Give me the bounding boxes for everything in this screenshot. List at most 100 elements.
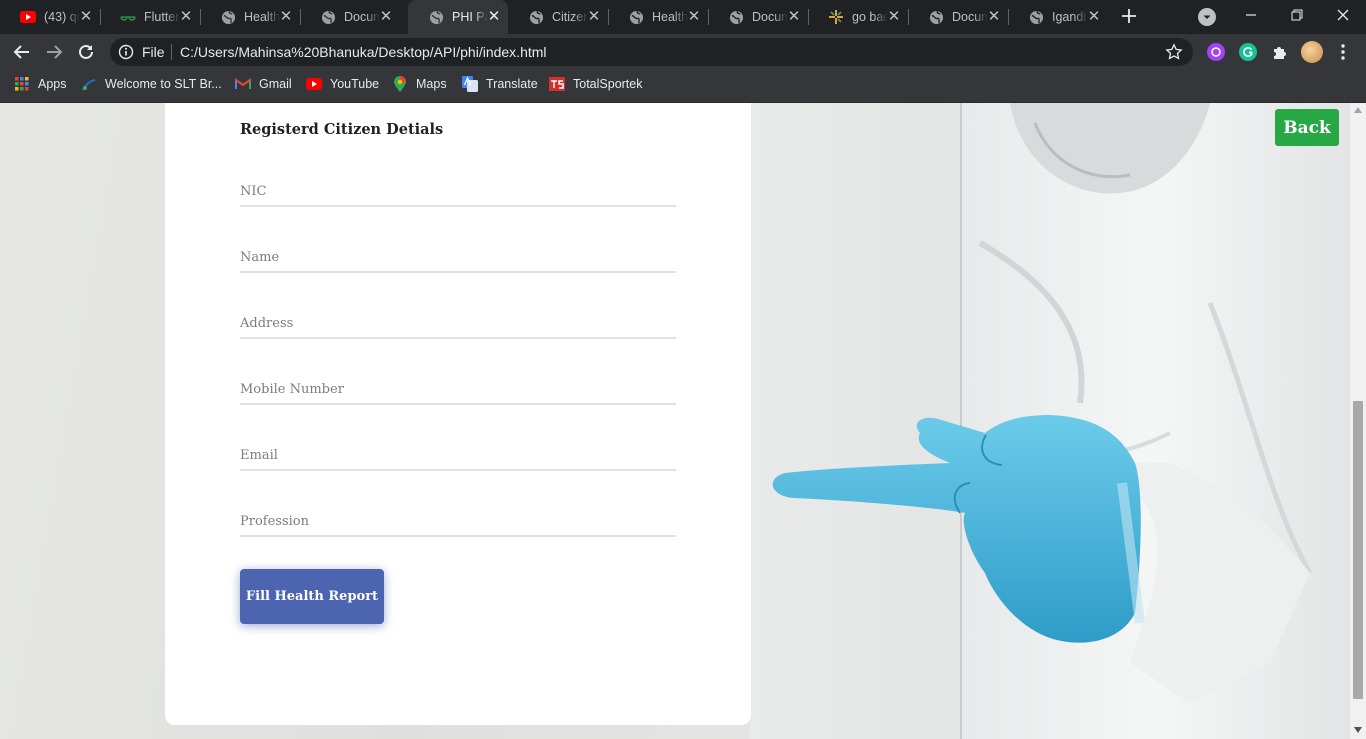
tab-close-icon[interactable]: ✕ bbox=[786, 9, 802, 25]
tab-close-icon[interactable]: ✕ bbox=[486, 9, 502, 25]
profession-input[interactable] bbox=[240, 503, 676, 533]
bookmark-apps[interactable]: Apps bbox=[14, 70, 67, 98]
tab-search-icon[interactable] bbox=[1198, 8, 1216, 26]
page-viewport: Registerd Citizen Detials Fill Health Re… bbox=[0, 103, 1350, 739]
bookmark-label: TotalSportek bbox=[573, 77, 643, 91]
bookmark-star-icon[interactable] bbox=[1165, 43, 1183, 61]
fill-health-report-button[interactable]: Fill Health Report bbox=[240, 569, 384, 624]
tab-close-icon[interactable]: ✕ bbox=[986, 9, 1002, 25]
bookmark-label: Apps bbox=[38, 77, 67, 91]
form-title: Registerd Citizen Detials bbox=[240, 121, 444, 138]
tab-title: Docum bbox=[952, 10, 988, 24]
mobile-number-input[interactable] bbox=[240, 371, 676, 401]
reload-icon[interactable] bbox=[72, 38, 100, 66]
page-scrollbar[interactable] bbox=[1350, 103, 1366, 739]
bookmark-totalsportek[interactable]: TotalSportek bbox=[549, 70, 642, 98]
bookmark-label: Welcome to SLT Br... bbox=[105, 77, 222, 91]
tab-title: Citizen bbox=[552, 10, 588, 24]
restore-icon[interactable] bbox=[1274, 0, 1320, 30]
tab-close-icon[interactable]: ✕ bbox=[178, 9, 194, 25]
globe-icon bbox=[528, 9, 544, 25]
tab-9[interactable]: go bac ✕ bbox=[808, 0, 909, 34]
extension-purple-icon[interactable] bbox=[1207, 43, 1225, 61]
grammarly-icon[interactable] bbox=[1239, 43, 1257, 61]
tab-11[interactable]: Igandi ✕ bbox=[1008, 0, 1108, 34]
nic-field bbox=[240, 173, 676, 207]
tab-close-icon[interactable]: ✕ bbox=[586, 9, 602, 25]
address-bar[interactable]: File C:/Users/Mahinsa%20Bhanuka/Desktop/… bbox=[110, 38, 1193, 66]
tab-3[interactable]: Health ✕ bbox=[200, 0, 301, 34]
citizen-form-card: Registerd Citizen Detials Fill Health Re… bbox=[165, 103, 751, 725]
address-input[interactable] bbox=[240, 305, 676, 335]
tab-4[interactable]: Docum ✕ bbox=[300, 0, 400, 34]
tab-title: Docum bbox=[344, 10, 380, 24]
tab-close-icon[interactable]: ✕ bbox=[378, 9, 394, 25]
tab-close-icon[interactable]: ✕ bbox=[886, 9, 902, 25]
email-input[interactable] bbox=[240, 437, 676, 467]
close-window-icon[interactable] bbox=[1320, 0, 1366, 30]
tab-title: Health bbox=[244, 10, 280, 24]
tab-2[interactable]: Flutter ✕ bbox=[100, 0, 201, 34]
scroll-down-icon[interactable] bbox=[1354, 727, 1362, 733]
tab-8[interactable]: Docum ✕ bbox=[708, 0, 809, 34]
back-button[interactable]: Back bbox=[1275, 109, 1339, 146]
globe-icon bbox=[928, 9, 944, 25]
slt-icon bbox=[81, 76, 97, 92]
globe-icon bbox=[1028, 9, 1044, 25]
bookmark-maps[interactable]: Maps bbox=[392, 70, 447, 98]
youtube-icon bbox=[20, 9, 36, 25]
tab-close-icon[interactable]: ✕ bbox=[78, 9, 94, 25]
bookmark-slt[interactable]: Welcome to SLT Br... bbox=[81, 70, 222, 98]
avatar[interactable] bbox=[1301, 41, 1323, 63]
more-menu-icon[interactable] bbox=[1336, 43, 1350, 66]
email-field bbox=[240, 437, 676, 471]
bookmarks-bar: Apps Welcome to SLT Br... Gmail YouTube … bbox=[0, 70, 1366, 103]
scroll-up-icon[interactable] bbox=[1354, 107, 1362, 113]
globe-icon bbox=[728, 9, 744, 25]
scroll-thumb[interactable] bbox=[1353, 401, 1363, 699]
globe-icon bbox=[428, 9, 444, 25]
profession-field bbox=[240, 503, 676, 537]
forward-arrow-icon[interactable] bbox=[40, 38, 68, 66]
tab-7[interactable]: Health ✕ bbox=[608, 0, 709, 34]
bookmark-gmail[interactable]: Gmail bbox=[235, 70, 292, 98]
bookmark-label: Translate bbox=[486, 77, 538, 91]
tab-close-icon[interactable]: ✕ bbox=[1086, 9, 1102, 25]
new-tab-icon[interactable] bbox=[1119, 6, 1139, 26]
tab-close-icon[interactable]: ✕ bbox=[686, 9, 702, 25]
bookmark-label: Gmail bbox=[259, 77, 292, 91]
sparkle-icon bbox=[828, 9, 844, 25]
tab-title: PHI Pa bbox=[452, 10, 488, 24]
tab-10[interactable]: Docum ✕ bbox=[908, 0, 1009, 34]
back-arrow-icon[interactable] bbox=[8, 38, 36, 66]
globe-icon bbox=[320, 9, 336, 25]
divider bbox=[171, 44, 172, 60]
globe-icon bbox=[628, 9, 644, 25]
bookmark-translate[interactable]: Translate bbox=[462, 70, 538, 98]
hero-photo bbox=[750, 103, 1350, 739]
browser-toolbar: File C:/Users/Mahinsa%20Bhanuka/Desktop/… bbox=[0, 34, 1366, 70]
extensions-puzzle-icon[interactable] bbox=[1271, 43, 1289, 61]
tab-title: go bac bbox=[852, 10, 888, 24]
bookmark-label: Maps bbox=[416, 77, 447, 91]
maps-pin-icon bbox=[392, 76, 408, 92]
name-input[interactable] bbox=[240, 239, 676, 269]
tab-6[interactable]: Citizen ✕ bbox=[508, 0, 609, 34]
translate-icon bbox=[462, 76, 478, 92]
tab-1[interactable]: (43) qr ✕ bbox=[0, 0, 101, 34]
url-text[interactable]: C:/Users/Mahinsa%20Bhanuka/Desktop/API/p… bbox=[180, 44, 547, 60]
nic-input[interactable] bbox=[240, 173, 676, 203]
url-scheme: File bbox=[142, 44, 165, 60]
geeks-icon bbox=[120, 9, 136, 25]
tab-title: Igandi bbox=[1052, 10, 1087, 24]
tab-title: Health bbox=[652, 10, 688, 24]
tab-5-active[interactable]: PHI Pa ✕ bbox=[408, 0, 508, 34]
gmail-icon bbox=[235, 76, 251, 92]
address-field bbox=[240, 305, 676, 339]
bookmark-label: YouTube bbox=[330, 77, 380, 91]
minimize-icon[interactable] bbox=[1228, 0, 1274, 30]
tab-title: Flutter bbox=[144, 10, 180, 24]
bookmark-youtube[interactable]: YouTube bbox=[306, 70, 379, 98]
info-icon[interactable] bbox=[118, 44, 134, 60]
tab-close-icon[interactable]: ✕ bbox=[278, 9, 294, 25]
